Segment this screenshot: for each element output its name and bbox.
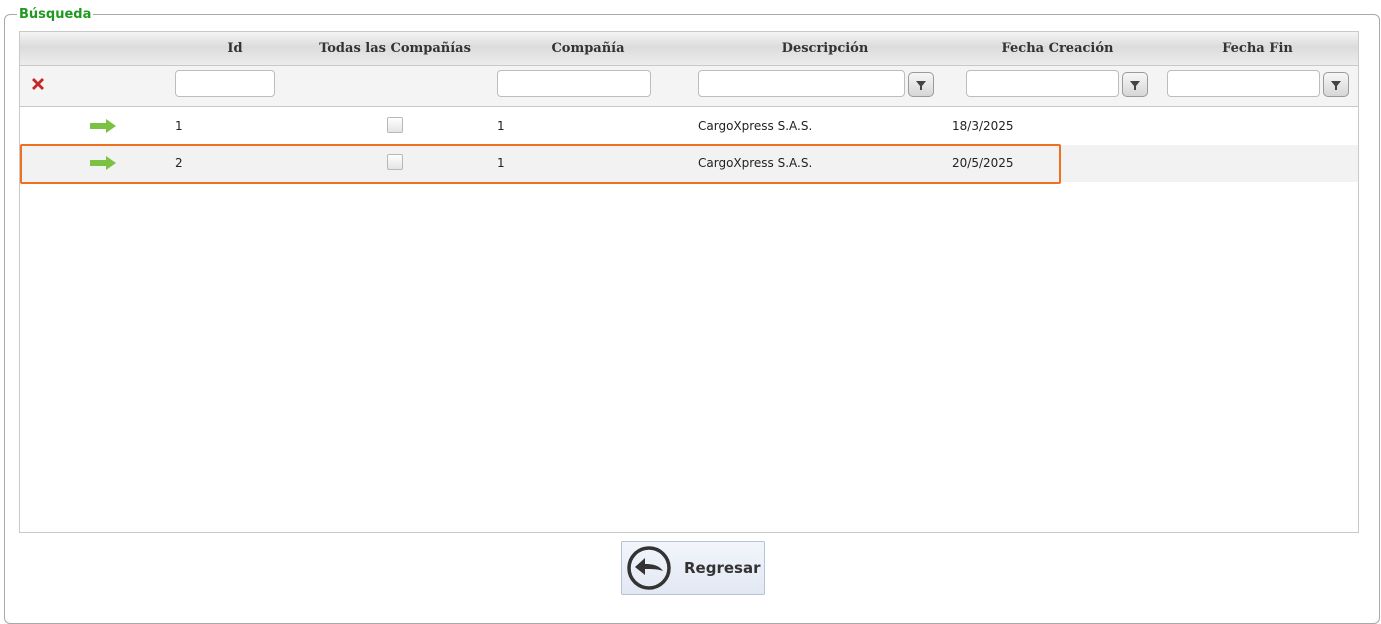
filter-funnel-icon bbox=[1331, 80, 1341, 90]
col-header-fecha-creacion[interactable]: Fecha Creación bbox=[965, 32, 1150, 66]
filter-descripcion-button[interactable] bbox=[908, 72, 934, 97]
filter-row bbox=[20, 66, 1358, 107]
filter-compania-input[interactable] bbox=[497, 70, 651, 97]
cell-compania: 1 bbox=[497, 156, 505, 170]
arrow-right-icon[interactable] bbox=[90, 119, 116, 133]
grid-header: Id Todas las Compañías Compañía Descripc… bbox=[20, 32, 1358, 66]
filter-funnel-icon bbox=[1130, 80, 1140, 90]
cell-fecha-creacion: 20/5/2025 bbox=[952, 156, 1014, 170]
filter-id-input[interactable] bbox=[175, 70, 275, 97]
todas-checkbox[interactable] bbox=[387, 117, 403, 133]
clear-filters-icon[interactable] bbox=[28, 74, 48, 94]
back-button[interactable]: Regresar bbox=[621, 541, 765, 595]
filter-fecha-creacion-input[interactable] bbox=[966, 70, 1119, 97]
back-button-label: Regresar bbox=[684, 559, 761, 577]
filter-fecha-fin-input[interactable] bbox=[1167, 70, 1320, 97]
table-row[interactable]: 2 1 CargoXpress S.A.S. 20/5/2025 bbox=[20, 145, 1358, 182]
filter-fecha-fin-button[interactable] bbox=[1323, 72, 1349, 97]
cell-fecha-creacion: 18/3/2025 bbox=[952, 119, 1014, 133]
col-header-fecha-fin[interactable]: Fecha Fin bbox=[1165, 32, 1350, 66]
col-header-compania[interactable]: Compañía bbox=[498, 32, 678, 66]
cell-id: 1 bbox=[175, 119, 183, 133]
arrow-right-icon[interactable] bbox=[90, 156, 116, 170]
col-header-id[interactable]: Id bbox=[175, 32, 295, 66]
back-arrow-circle-icon bbox=[627, 546, 671, 590]
cell-descripcion: CargoXpress S.A.S. bbox=[698, 156, 813, 170]
col-header-todas[interactable]: Todas las Compañías bbox=[310, 32, 480, 66]
results-grid: Id Todas las Compañías Compañía Descripc… bbox=[19, 31, 1359, 533]
panel-legend: Búsqueda bbox=[17, 7, 94, 23]
todas-checkbox[interactable] bbox=[387, 154, 403, 170]
cell-descripcion: CargoXpress S.A.S. bbox=[698, 119, 813, 133]
col-header-descripcion[interactable]: Descripción bbox=[700, 32, 950, 66]
filter-descripcion-input[interactable] bbox=[698, 70, 905, 97]
filter-fecha-creacion-button[interactable] bbox=[1122, 72, 1148, 97]
filter-funnel-icon bbox=[916, 80, 926, 90]
table-row[interactable]: 1 1 CargoXpress S.A.S. 18/3/2025 bbox=[20, 108, 1358, 145]
cell-id: 2 bbox=[175, 156, 183, 170]
cell-compania: 1 bbox=[497, 119, 505, 133]
